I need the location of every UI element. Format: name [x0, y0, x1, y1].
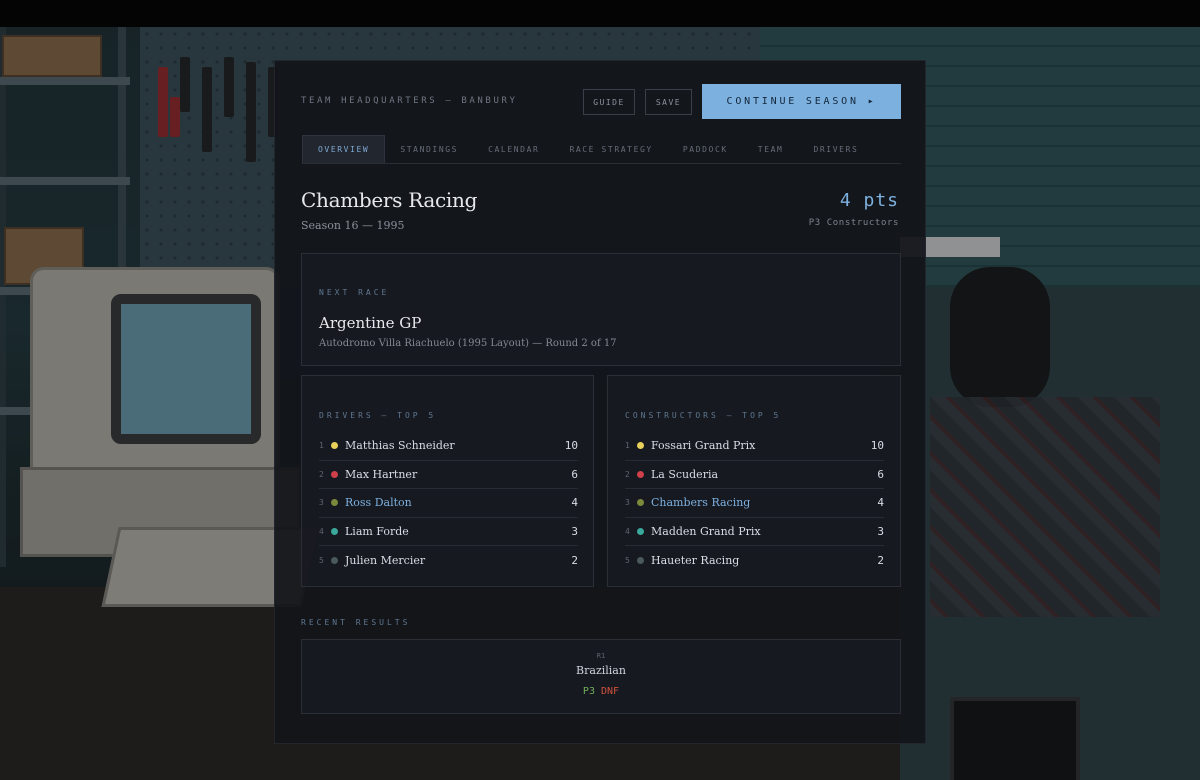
team-color-dot	[637, 556, 644, 564]
row-position: 1	[625, 441, 630, 451]
standings-row[interactable]: 1 Matthias Schneider 10	[319, 432, 578, 461]
next-race-card[interactable]: NEXT RACE Argentine GP Autodromo Villa R…	[301, 253, 901, 366]
row-position: 4	[625, 526, 630, 536]
standings-row[interactable]: 4 Madden Grand Prix 3	[625, 518, 884, 546]
tab-drivers[interactable]: DRIVERS	[798, 135, 873, 163]
row-position: 5	[625, 555, 630, 565]
next-race-name: Argentine GP	[319, 314, 422, 332]
crt-monitor	[30, 267, 280, 507]
result-race-name: Brazilian	[576, 664, 626, 677]
constructors-standings-card: CONSTRUCTORS — TOP 5 1 Fossari Grand Prix…	[607, 375, 901, 587]
row-position: 3	[319, 498, 324, 508]
constructors-standings-list: 1 Fossari Grand Prix 10 2 La Scuderia 6 3 Chamb…	[625, 432, 884, 575]
result-round: R1	[596, 652, 606, 660]
standings-row[interactable]: 4 Liam Forde 3	[319, 518, 578, 546]
row-points: 6	[571, 467, 578, 481]
row-points: 3	[571, 524, 578, 538]
row-points: 10	[564, 439, 578, 453]
tab-calendar[interactable]: CALENDAR	[473, 135, 554, 163]
row-position: 4	[319, 526, 324, 536]
row-name: Madden Grand Prix	[651, 524, 761, 538]
tab-overview[interactable]: OVERVIEW	[302, 135, 386, 163]
continue-season-button[interactable]: CONTINUE SEASON ▸	[702, 84, 901, 119]
team-color-dot	[637, 470, 644, 478]
row-name: Max Hartner	[345, 467, 418, 481]
row-points: 4	[571, 496, 578, 510]
row-points: 3	[877, 524, 884, 538]
row-name: Fossari Grand Prix	[651, 439, 756, 453]
recent-results-label: RECENT RESULTS	[301, 618, 411, 627]
season-label: Season 16 — 1995	[301, 219, 405, 232]
hq-location-label: TEAM HEADQUARTERS — BANBURY	[301, 96, 518, 106]
drivers-standings-list: 1 Matthias Schneider 10 2 Max Hartner 6 3 Ross …	[319, 432, 578, 575]
row-name: Matthias Schneider	[345, 439, 455, 453]
row-position: 2	[319, 469, 324, 479]
row-points: 2	[571, 553, 578, 567]
drivers-standings-card: DRIVERS — TOP 5 1 Matthias Schneider 10 2 Ma…	[301, 375, 594, 587]
row-name: Liam Forde	[345, 524, 409, 538]
tab-paddock[interactable]: PADDOCK	[668, 135, 743, 163]
tab-team[interactable]: TEAM	[743, 135, 799, 163]
tool-trolley	[950, 697, 1080, 780]
team-color-dot	[331, 442, 338, 450]
car-wheel	[950, 267, 1050, 407]
crt-screen	[111, 294, 261, 444]
row-points: 10	[870, 439, 884, 453]
team-name: Chambers Racing	[301, 188, 478, 212]
row-position: 3	[625, 498, 630, 508]
row-name: Haueter Racing	[651, 553, 740, 567]
row-points: 2	[877, 553, 884, 567]
standings-row[interactable]: 5 Haueter Racing 2	[625, 546, 884, 575]
next-race-label: NEXT RACE	[319, 288, 390, 297]
result-driver-1: P3	[582, 686, 595, 697]
team-color-dot	[637, 527, 644, 535]
team-color-dot	[637, 442, 644, 450]
team-color-dot	[331, 527, 338, 535]
shelving-unit	[0, 27, 140, 567]
standings-row[interactable]: 3 Chambers Racing 4	[625, 489, 884, 518]
recent-result-card[interactable]: R1 Brazilian P3 DNF	[301, 639, 901, 714]
row-name: Ross Dalton	[345, 496, 412, 510]
row-points: 6	[877, 467, 884, 481]
standings-row[interactable]: 2 La Scuderia 6	[625, 461, 884, 489]
constructor-position: P3 Constructors	[808, 218, 899, 228]
standings-row[interactable]: 1 Fossari Grand Prix 10	[625, 432, 884, 461]
team-points: 4 pts	[839, 190, 899, 211]
tab-standings[interactable]: STANDINGS	[385, 135, 473, 163]
team-color-dot	[331, 470, 338, 478]
tab-race-strategy[interactable]: RACE STRATEGY	[554, 135, 667, 163]
guide-button[interactable]: GUIDE	[583, 89, 635, 115]
constructors-standings-label: CONSTRUCTORS — TOP 5	[625, 411, 782, 420]
save-button[interactable]: SAVE	[645, 89, 692, 115]
result-finishes: P3 DNF	[302, 686, 900, 697]
tab-bar: OVERVIEW STANDINGS CALENDAR RACE STRATEG…	[302, 135, 901, 164]
computer-case	[20, 467, 300, 557]
row-name: La Scuderia	[651, 467, 719, 481]
row-name: Chambers Racing	[651, 496, 751, 510]
team-color-dot	[637, 499, 644, 507]
result-driver-2: DNF	[601, 686, 620, 697]
top-letterbox-bar	[0, 0, 1200, 27]
row-position: 1	[319, 441, 324, 451]
team-color-dot	[331, 499, 338, 507]
row-position: 5	[319, 555, 324, 565]
row-name: Julien Mercier	[345, 553, 426, 567]
drivers-standings-label: DRIVERS — TOP 5	[319, 411, 437, 420]
engine-parts	[930, 397, 1160, 617]
standings-row[interactable]: 5 Julien Mercier 2	[319, 546, 578, 575]
team-color-dot	[331, 556, 338, 564]
standings-row[interactable]: 3 Ross Dalton 4	[319, 489, 578, 518]
row-points: 4	[877, 496, 884, 510]
garage-floor	[880, 287, 1200, 780]
headquarters-panel: TEAM HEADQUARTERS — BANBURY GUIDE SAVE C…	[274, 60, 926, 744]
row-position: 2	[625, 469, 630, 479]
next-race-details: Autodromo Villa Riachuelo (1995 Layout) …	[319, 338, 617, 349]
standings-row[interactable]: 2 Max Hartner 6	[319, 461, 578, 489]
